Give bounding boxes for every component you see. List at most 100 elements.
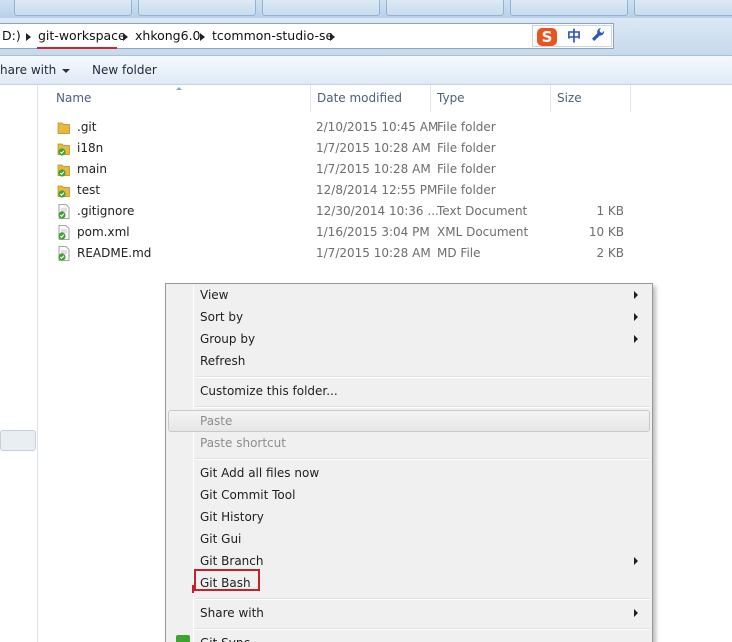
git-sync-icon	[176, 635, 190, 642]
breadcrumb-item-xhkong[interactable]: xhkong6.0	[135, 24, 201, 48]
command-toolbar: hare with New folder	[0, 56, 732, 85]
file-name: test	[77, 183, 101, 197]
menu-separator	[196, 376, 650, 378]
file-name: README.md	[77, 246, 152, 260]
file-date-modified: 1/16/2015 3:04 PM	[316, 225, 430, 239]
breadcrumb-item-git-workspace[interactable]: git-workspace	[38, 24, 126, 48]
annotation-highlight-box	[194, 569, 260, 591]
menu-separator	[196, 598, 650, 600]
file-size	[558, 159, 624, 180]
breadcrumb-chevron-icon[interactable]	[200, 33, 205, 41]
file-name: .git	[77, 120, 97, 134]
ime-language-indicator[interactable]: 中	[567, 27, 581, 47]
table-row[interactable]: .gitignore 12/30/2014 10:36 ... Text Docum…	[38, 201, 732, 222]
table-row[interactable]: README.md 1/7/2015 10:28 AM MD File 2 KB	[38, 243, 732, 264]
chevron-down-icon	[62, 68, 71, 73]
window-tab[interactable]	[262, 0, 380, 16]
window-tab[interactable]	[138, 0, 256, 16]
window-tab[interactable]	[510, 0, 628, 16]
menu-separator	[196, 458, 650, 460]
git-file-icon	[57, 225, 71, 240]
menu-separator	[196, 628, 650, 630]
menu-item-git-commit-tool[interactable]: Git Commit Tool	[168, 484, 650, 506]
breadcrumb[interactable]: D:) git-workspace xhkong6.0 tcommon-stud…	[0, 23, 614, 49]
menu-item-label: Git Gui	[200, 532, 242, 546]
new-folder-button[interactable]: New folder	[92, 56, 157, 85]
file-size	[558, 180, 624, 201]
submenu-arrow-icon	[634, 313, 638, 321]
submenu-arrow-icon	[634, 609, 638, 617]
breadcrumb-chevron-icon[interactable]	[123, 33, 128, 41]
nav-scrollbar-thumb[interactable]	[0, 430, 36, 451]
menu-item-git-history[interactable]: Git History	[168, 506, 650, 528]
menu-item-label: Customize this folder...	[200, 384, 338, 398]
wrench-icon[interactable]	[591, 27, 605, 49]
table-row[interactable]: main 1/7/2015 10:28 AM File folder	[38, 159, 732, 180]
annotation-mark	[192, 585, 198, 593]
navigation-pane	[0, 85, 38, 642]
table-row[interactable]: pom.xml 1/16/2015 3:04 PM XML Document 10 K…	[38, 222, 732, 243]
file-type: Text Document	[437, 204, 528, 218]
file-size: 10 KB	[588, 225, 624, 239]
menu-item-group-by[interactable]: Group by	[168, 328, 650, 350]
file-type: XML Document	[437, 225, 529, 239]
file-name: .gitignore	[77, 204, 135, 218]
menu-item-share-with[interactable]: Share with	[168, 602, 650, 624]
share-with-button[interactable]: hare with	[0, 56, 71, 85]
window-tab[interactable]	[386, 0, 504, 16]
menu-item-git-gui[interactable]: Git Gui	[168, 528, 650, 550]
breadcrumb-chevron-icon[interactable]	[26, 33, 31, 41]
menu-item-label: Paste	[200, 414, 233, 428]
breadcrumb-chevron-icon[interactable]	[330, 33, 335, 41]
table-row[interactable]: .git 2/10/2015 10:45 AM File folder	[38, 117, 732, 138]
file-type: File folder	[437, 183, 496, 197]
file-date-modified: 1/7/2015 10:28 AM	[316, 141, 431, 155]
folder-icon	[57, 120, 71, 135]
file-name: pom.xml	[77, 225, 130, 239]
menu-separator	[196, 406, 650, 408]
menu-item-label: Refresh	[200, 354, 246, 368]
table-row[interactable]: i18n 1/7/2015 10:28 AM File folder	[38, 138, 732, 159]
breadcrumb-drive[interactable]: D:)	[2, 24, 21, 48]
file-date-modified: 1/7/2015 10:28 AM	[316, 162, 431, 176]
git-file-icon	[57, 246, 71, 261]
git-file-icon	[57, 204, 71, 219]
table-row[interactable]: test 12/8/2014 12:55 PM File folder	[38, 180, 732, 201]
menu-item-label: Group by	[200, 332, 256, 346]
ime-toolbar[interactable]: S 中	[532, 25, 612, 47]
menu-item-label: Git Add all files now	[200, 466, 320, 480]
menu-item-label: View	[200, 288, 229, 302]
file-name: i18n	[77, 141, 104, 155]
column-header-size[interactable]: Size	[551, 85, 631, 112]
file-size: 2 KB	[596, 246, 624, 260]
menu-item-sort-by[interactable]: Sort by	[168, 306, 650, 328]
menu-item-view[interactable]: View	[168, 284, 650, 306]
column-header-type[interactable]: Type	[431, 85, 551, 112]
menu-item-label: Sort by	[200, 310, 244, 324]
annotation-underline	[37, 47, 117, 49]
window-tab[interactable]	[634, 0, 732, 16]
menu-item-label: Git History	[200, 510, 264, 524]
file-name: main	[77, 162, 107, 176]
sort-ascending-icon	[176, 87, 182, 90]
column-header-date[interactable]: Date modified	[311, 85, 431, 112]
file-date-modified: 2/10/2015 10:45 AM	[316, 120, 439, 134]
file-size	[558, 138, 624, 159]
window-tab[interactable]	[14, 0, 132, 16]
file-type: File folder	[437, 120, 496, 134]
menu-item-git-sync[interactable]: Git Sync...	[168, 632, 650, 642]
menu-item-paste[interactable]: Paste	[168, 410, 650, 432]
menu-item-customize-folder[interactable]: Customize this folder...	[168, 380, 650, 402]
menu-item-paste-shortcut[interactable]: Paste shortcut	[168, 432, 650, 454]
submenu-arrow-icon	[634, 557, 638, 565]
window-tab-strip	[0, 0, 732, 18]
breadcrumb-item-tcommon-studio-se[interactable]: tcommon-studio-se	[212, 24, 333, 48]
menu-item-git-add-all[interactable]: Git Add all files now	[168, 462, 650, 484]
menu-item-refresh[interactable]: Refresh	[168, 350, 650, 372]
file-type: File folder	[437, 162, 496, 176]
file-date-modified: 12/30/2014 10:36 ...	[316, 204, 439, 218]
git-folder-icon	[57, 183, 71, 198]
menu-item-label: Git Commit Tool	[200, 488, 296, 502]
address-bar: D:) git-workspace xhkong6.0 tcommon-stud…	[0, 18, 732, 58]
menu-item-label: Paste shortcut	[200, 436, 286, 450]
